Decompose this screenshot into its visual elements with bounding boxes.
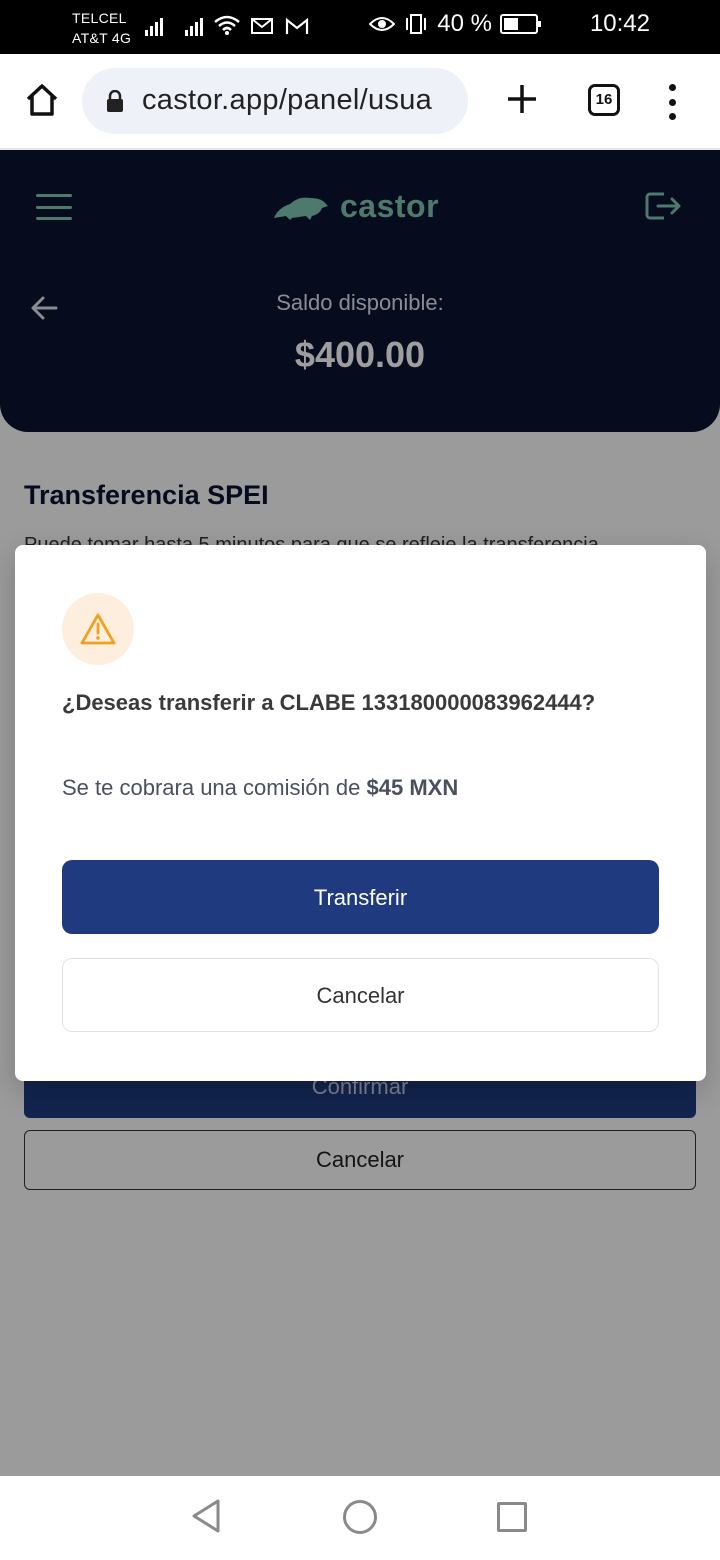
battery-icon [500,14,541,34]
warning-badge [62,593,134,665]
new-tab-icon[interactable] [505,82,539,116]
clock: 10:42 [589,10,650,37]
message-icon [251,18,273,34]
dialog-cancel-button[interactable]: Cancelar [62,958,659,1032]
lock-icon [107,90,123,112]
eye-icon [369,17,396,31]
fee-prefix: Se te cobrara una comisión de [62,775,361,800]
address-bar[interactable]: castor.app/panel/usua [82,68,468,134]
signal-icon [145,14,163,36]
dialog-title: ¿Deseas transferir a CLABE 1331800000839… [62,690,596,715]
wifi-icon [214,15,240,35]
signal-icon [185,14,203,36]
url-text: castor.app/panel/usua [142,84,433,116]
browser-toolbar: castor.app/panel/usua 16 [0,54,720,150]
vibrate-icon [406,14,427,34]
transfer-button[interactable]: Transferir [62,860,659,934]
carrier-info: TELCEL AT&T 4G [72,8,131,48]
network-type: AT&T 4G [72,30,132,46]
status-bar: TELCEL AT&T 4G 40 % 10:42 [0,0,720,54]
nav-recents-icon[interactable] [497,1502,527,1532]
system-nav-bar [0,1476,720,1560]
battery-percent: 40 % [437,10,492,37]
home-icon[interactable] [24,82,60,118]
signal-icons [145,14,309,36]
nav-home-icon[interactable] [343,1500,377,1534]
carrier-name: TELCEL [72,10,127,26]
tab-switcher-button[interactable]: 16 [588,84,620,116]
nav-back-icon[interactable] [190,1498,222,1534]
fee-amount: $45 MXN [366,775,459,800]
transfer-confirmation-dialog: ¿Deseas transferir a CLABE 1331800000839… [15,545,706,1081]
browser-menu-icon[interactable] [664,84,680,120]
status-right: 40 % [369,10,541,38]
fee-text: Se te cobrara una comisión de $45 MXN [62,775,458,801]
warning-icon [80,613,116,645]
gmail-icon [285,17,309,34]
